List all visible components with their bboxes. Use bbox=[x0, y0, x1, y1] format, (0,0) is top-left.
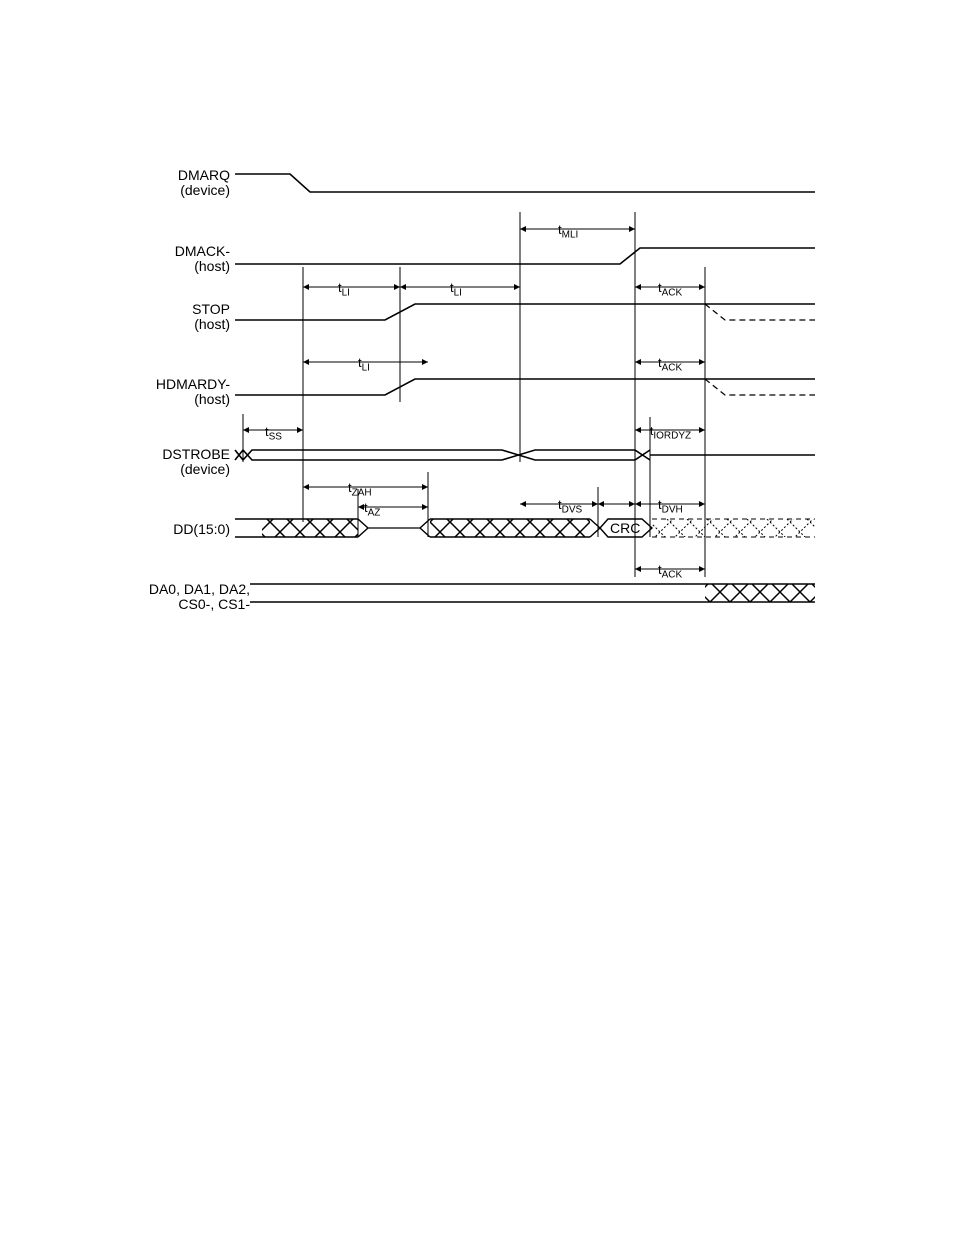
t-ack-2: tACK bbox=[658, 355, 682, 374]
t-li-3: tLI bbox=[358, 355, 370, 374]
t-li-1: tLI bbox=[338, 280, 350, 299]
t-mli: tMLI bbox=[558, 222, 578, 241]
signal-stop-label: STOP (host) bbox=[120, 302, 230, 333]
signal-addr-label: DA0, DA1, DA2, CS0-, CS1- bbox=[120, 582, 250, 613]
t-iordyz: tIORDYZ bbox=[650, 424, 691, 441]
t-ack-1: tACK bbox=[658, 280, 682, 299]
timing-diagram: DMARQ (device) DMACK- (host) STOP (host)… bbox=[130, 162, 815, 662]
t-dvs: tDVS bbox=[558, 497, 582, 516]
t-ss: tSS bbox=[265, 424, 282, 443]
signal-dd-label: DD(15:0) bbox=[120, 522, 230, 537]
signal-dmack-label: DMACK- (host) bbox=[120, 244, 230, 275]
signal-dstrobe-label: DSTROBE (device) bbox=[120, 447, 230, 478]
t-az: tAZ bbox=[364, 500, 380, 519]
crc-label: CRC bbox=[610, 520, 640, 536]
signal-hdmardy-label: HDMARDY- (host) bbox=[120, 377, 230, 408]
t-dvh: tDVH bbox=[658, 497, 683, 516]
signal-dmarq-label: DMARQ (device) bbox=[120, 168, 230, 199]
t-li-2: tLI bbox=[450, 280, 462, 299]
t-ack-3: tACK bbox=[658, 562, 682, 581]
t-zah: tZAH bbox=[348, 480, 372, 499]
